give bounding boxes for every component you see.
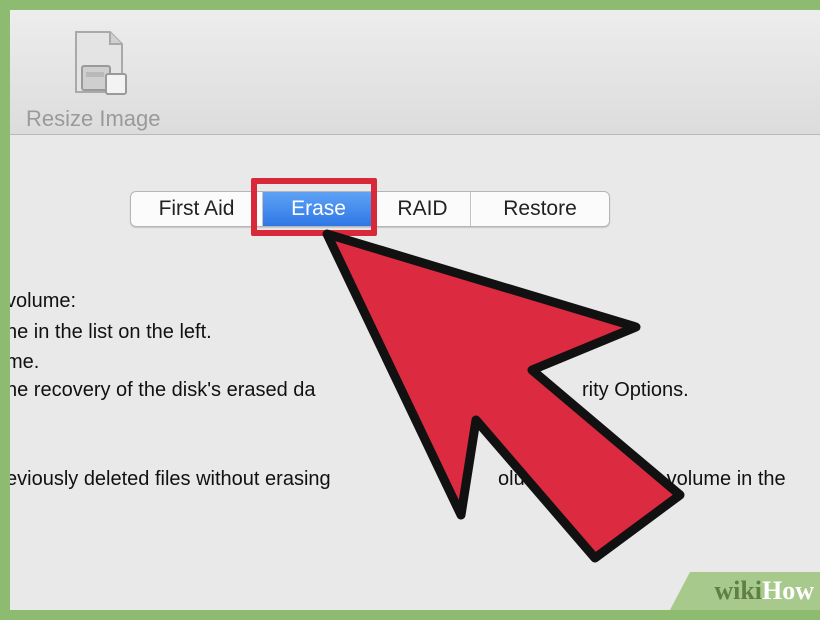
erase-tab-highlight bbox=[251, 178, 377, 236]
instruction-line-5-tail: a volume in the bbox=[650, 468, 786, 490]
watermark-text: wikiHow bbox=[714, 576, 814, 606]
tab-restore[interactable]: Restore bbox=[471, 192, 609, 226]
instruction-line-5-mid: olume, bbox=[498, 468, 559, 490]
instruction-line-4: ne recovery of the disk's erased da bbox=[10, 379, 316, 401]
toolbar: Resize Image bbox=[10, 10, 820, 135]
tab-raid[interactable]: RAID bbox=[375, 192, 471, 226]
tab-first-aid[interactable]: First Aid bbox=[131, 192, 263, 226]
disk-utility-content: First Aid Erase RAID Restore volume: ne … bbox=[10, 135, 820, 610]
document-resize-icon bbox=[75, 31, 127, 95]
instruction-line-5: eviously deleted files without erasing bbox=[10, 468, 331, 490]
wikihow-watermark: wikiHow bbox=[670, 572, 820, 610]
instruction-line-2: ne in the list on the left. bbox=[10, 321, 212, 343]
watermark-how: How bbox=[762, 576, 814, 605]
screenshot-frame: Resize Image First Aid Erase RAID Restor… bbox=[10, 10, 820, 610]
resize-image-label: Resize Image bbox=[26, 106, 161, 131]
instruction-line-1: volume: bbox=[10, 290, 77, 312]
resize-image-button[interactable]: Resize Image bbox=[18, 20, 178, 131]
watermark-wiki: wiki bbox=[714, 576, 762, 605]
instruction-line-4-tail: rity Options. bbox=[582, 379, 689, 401]
instruction-line-3: me. bbox=[10, 351, 40, 373]
